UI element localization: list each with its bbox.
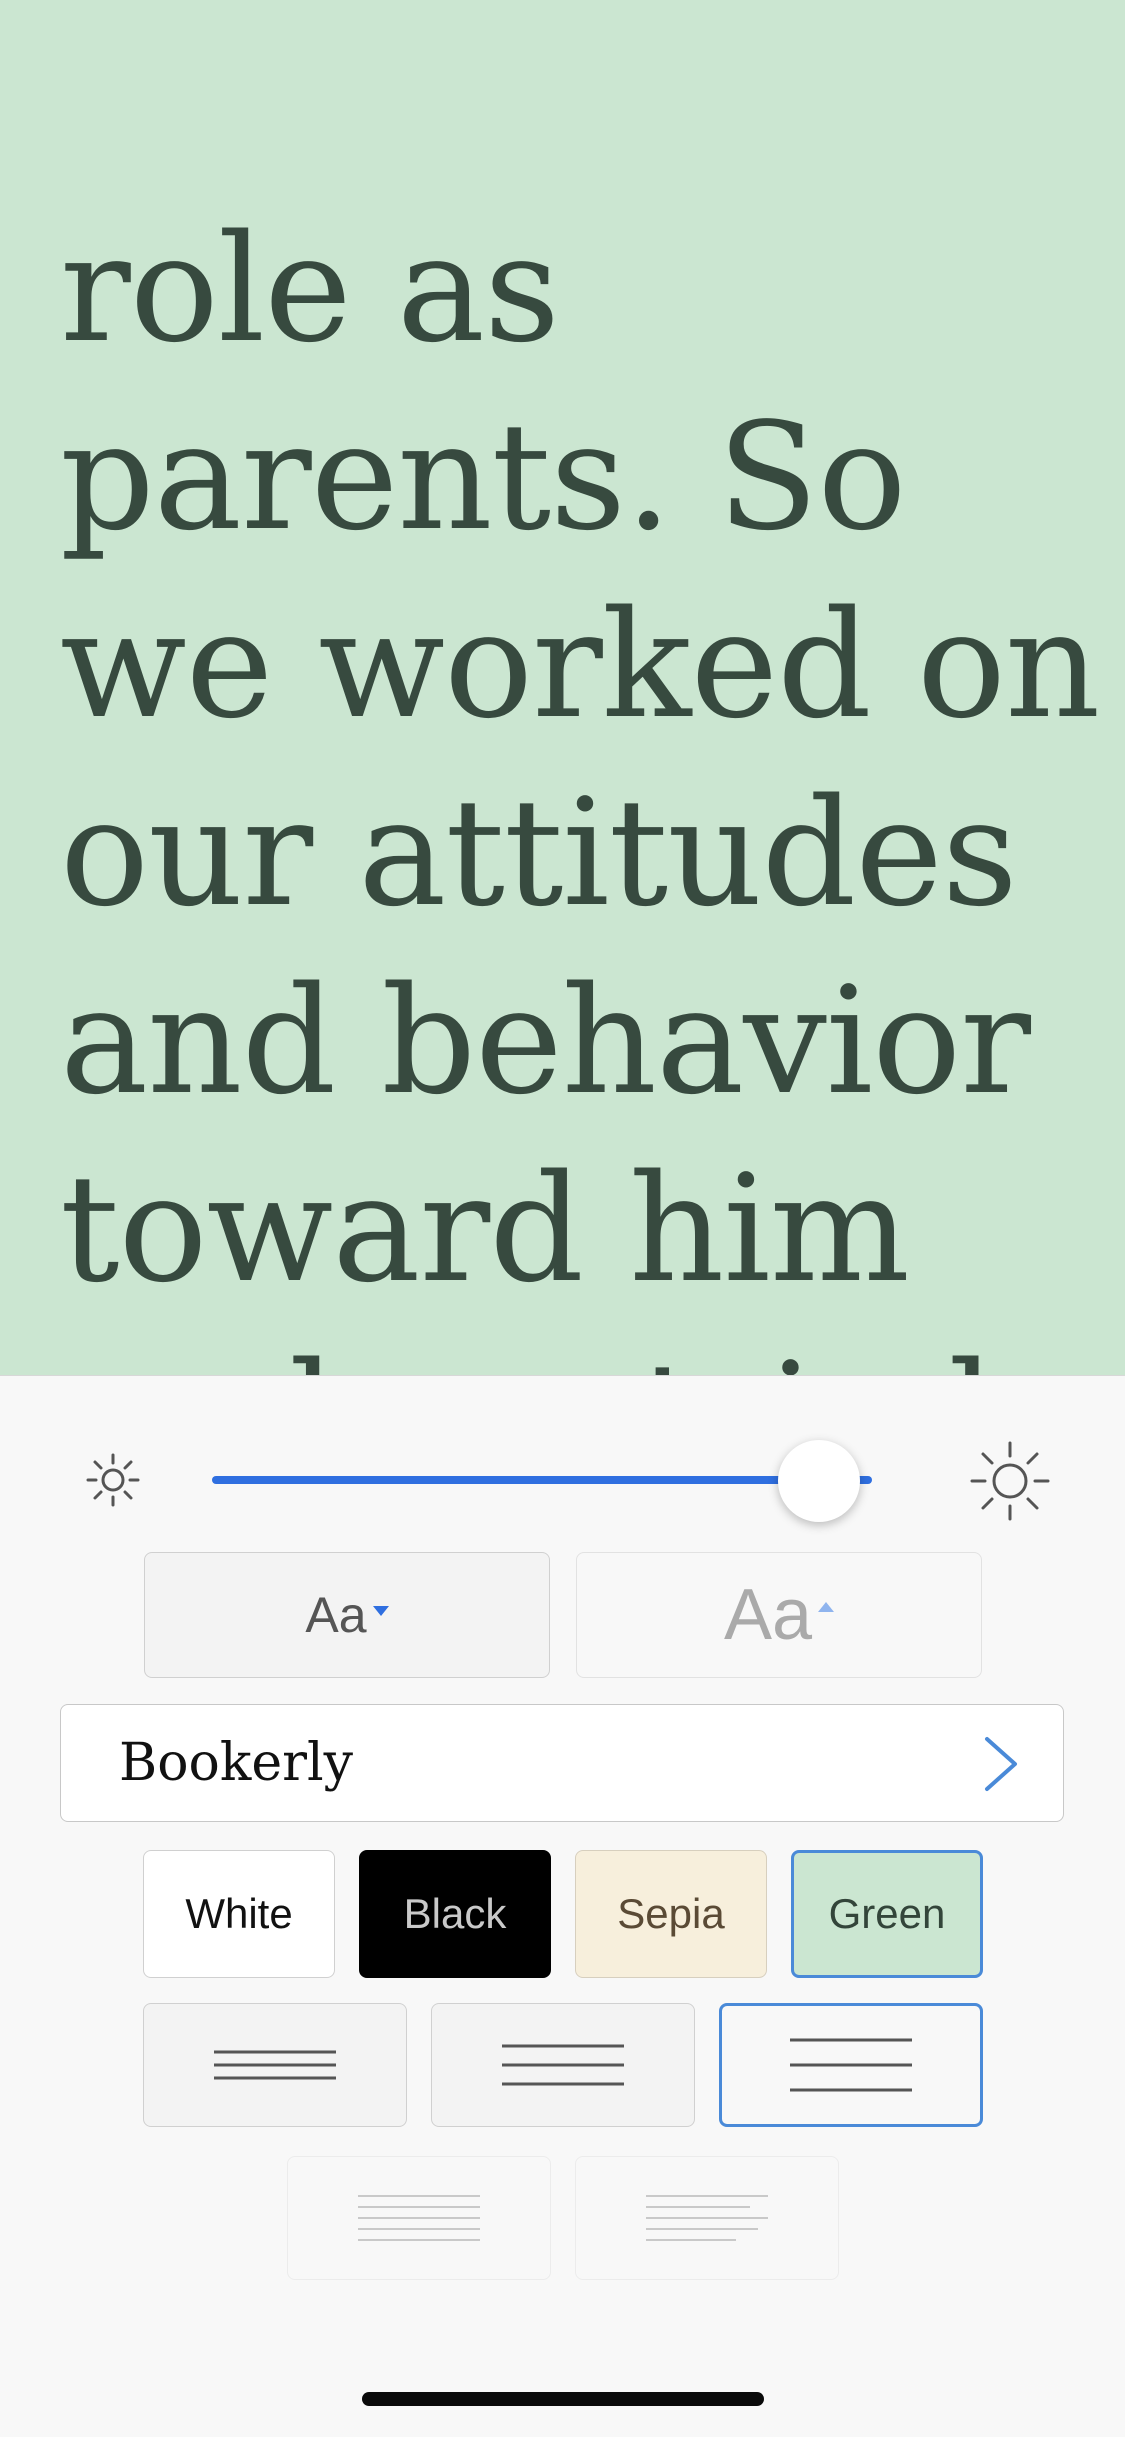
justify-align-icon xyxy=(358,2195,480,2241)
book-text-line: role as xyxy=(60,203,560,375)
book-text-line: toward him xyxy=(60,1143,910,1315)
theme-green-button[interactable]: Green xyxy=(791,1850,983,1978)
align-justified-button[interactable] xyxy=(287,2156,551,2280)
medium-spacing-icon xyxy=(502,2044,624,2086)
theme-sepia-button[interactable]: Sepia xyxy=(575,1850,767,1978)
theme-black-label: Black xyxy=(403,1890,507,1937)
book-text-line: our attitudes xyxy=(60,767,1018,939)
sun-large-icon xyxy=(970,1441,1050,1521)
book-text-line: we worked on xyxy=(60,579,1100,751)
book-text-line: parents. So xyxy=(60,391,907,563)
increase-font-size-button[interactable]: Aa xyxy=(576,1552,982,1678)
reading-page[interactable]: role as parents. So we worked on our att… xyxy=(0,0,1125,1375)
brightness-slider-thumb[interactable] xyxy=(778,1440,861,1522)
font-size-large-label: Aa xyxy=(723,1575,813,1655)
chevron-right-icon xyxy=(985,1737,1017,1791)
book-text-line: and we tried xyxy=(60,1323,1080,1375)
book-text-line: and behavior xyxy=(60,955,1031,1127)
brightness-slider-track[interactable] xyxy=(212,1476,872,1484)
font-selector[interactable]: Bookerly xyxy=(60,1704,1064,1822)
theme-white-label: White xyxy=(185,1890,293,1937)
sun-small-icon xyxy=(86,1453,140,1507)
home-indicator[interactable] xyxy=(362,2392,764,2406)
align-left-button[interactable] xyxy=(575,2156,839,2280)
font-size-small-label: Aa xyxy=(305,1587,367,1643)
display-settings-panel: Aa Aa Bookerly White Black Sepia Green xyxy=(0,1375,1125,2437)
left-align-icon xyxy=(646,2195,768,2241)
decrease-font-size-button[interactable]: Aa xyxy=(144,1552,550,1678)
line-spacing-medium-button[interactable] xyxy=(431,2003,695,2127)
font-name: Bookerly xyxy=(119,1733,353,1793)
line-spacing-wide-button[interactable] xyxy=(719,2003,983,2127)
wide-spacing-icon xyxy=(790,2038,912,2092)
theme-black-button[interactable]: Black xyxy=(359,1850,551,1978)
book-text[interactable]: role as parents. So we worked on our att… xyxy=(60,195,1100,1375)
narrow-spacing-icon xyxy=(214,2050,336,2080)
theme-green-label: Green xyxy=(828,1890,946,1937)
triangle-down-icon xyxy=(372,1606,389,1616)
triangle-up-icon xyxy=(818,1602,835,1612)
theme-white-button[interactable]: White xyxy=(143,1850,335,1978)
line-spacing-narrow-button[interactable] xyxy=(143,2003,407,2127)
theme-sepia-label: Sepia xyxy=(617,1890,725,1937)
